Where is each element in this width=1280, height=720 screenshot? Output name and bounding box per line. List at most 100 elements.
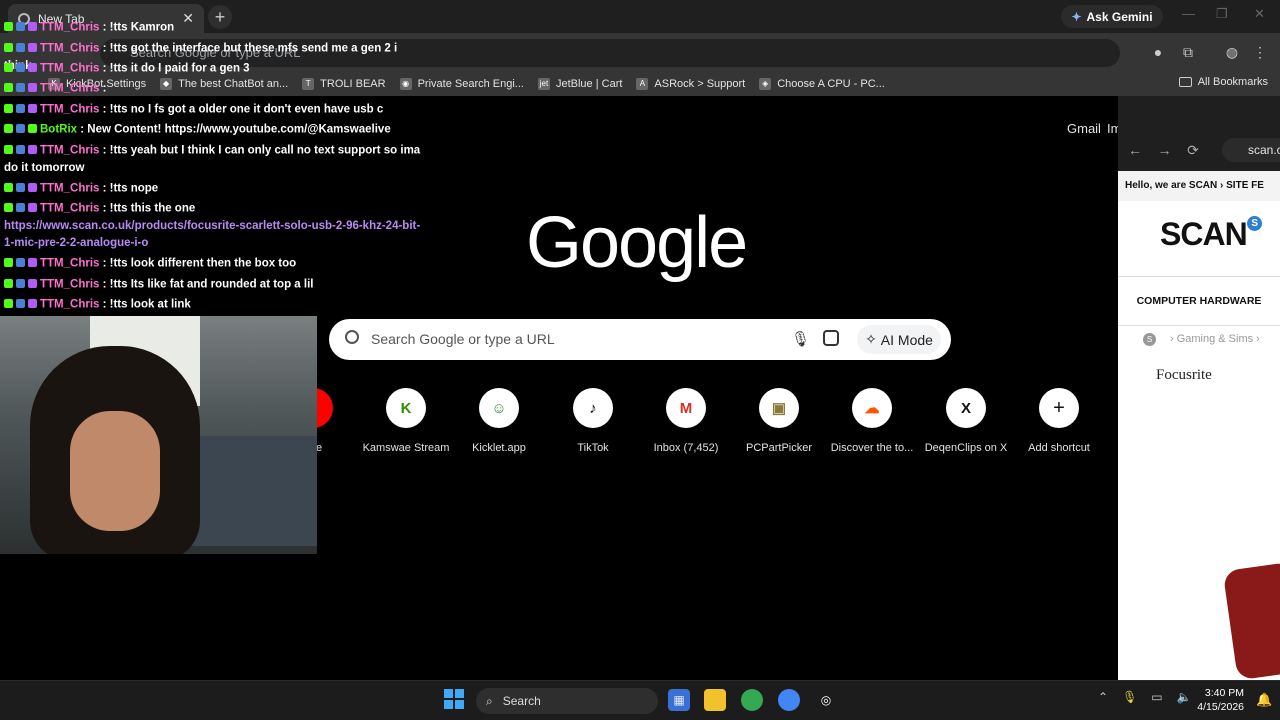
bookmark-item[interactable]: ◈ Choose A CPU - PC... <box>759 77 885 90</box>
chat-message: TTM_Chris : !tts Its like fat and rounde… <box>4 276 424 294</box>
shortcut-pcpartpicker[interactable]: ▣ PCPartPicker <box>733 388 825 454</box>
chat-username: TTM_Chris <box>40 103 100 116</box>
chat-message: TTM_Chris : !tts look at link <box>4 296 424 314</box>
store-icon[interactable]: ▦ <box>668 689 690 711</box>
chat-badges <box>4 80 40 97</box>
microphone-icon[interactable]: 🎙 <box>1122 690 1137 704</box>
add-shortcut-button[interactable]: + Add shortcut <box>1013 388 1105 454</box>
side-browser-window: ← → ⟳ scan.c Hello, we are SCAN › SITE F… <box>1118 96 1280 681</box>
clock-date: 4/15/2026 <box>1197 701 1244 713</box>
bookmark-label: Choose A CPU - PC... <box>777 77 885 90</box>
avatar[interactable]: ◍ <box>1222 42 1242 62</box>
chat-link[interactable]: https://www.scan.co.uk/products/focusrit… <box>4 218 424 252</box>
search-icon <box>345 330 359 344</box>
bookmark-item[interactable]: jet JetBlue | Cart <box>537 77 623 90</box>
chat-username: TTM_Chris <box>40 257 100 270</box>
google-lens-icon[interactable] <box>823 330 839 346</box>
chat-badges <box>4 19 40 36</box>
network-icon[interactable]: ▭ <box>1151 690 1162 704</box>
all-bookmarks-button[interactable]: All Bookmarks <box>1178 76 1268 88</box>
side-nav-icons[interactable]: ← → ⟳ <box>1128 142 1199 159</box>
bookmark-favicon-icon: A <box>636 77 649 90</box>
chrome-icon[interactable] <box>741 689 763 711</box>
taskbar-clock[interactable]: 3:40 PM 4/15/2026 <box>1196 686 1244 714</box>
shortcut-deqenclips-x[interactable]: X DeqenClips on X <box>920 388 1012 454</box>
ai-mode-button[interactable]: ✧ AI Mode <box>857 325 941 354</box>
chat-username: TTM_Chris <box>40 82 100 95</box>
chat-badges <box>4 180 40 197</box>
shortcut-gmail-inbox[interactable]: M Inbox (7,452) <box>640 388 732 454</box>
chat-message: TTM_Chris : !tts look different then the… <box>4 255 424 273</box>
all-bookmarks-label: All Bookmarks <box>1197 76 1268 88</box>
chat-text: : !tts this the one <box>99 202 196 215</box>
shortcut-tiktok[interactable]: ♪ TikTok <box>547 388 639 454</box>
chat-message: TTM_Chris : <box>4 80 424 98</box>
product-image <box>1222 561 1280 681</box>
chat-message: TTM_Chris : !tts no I fs got a older one… <box>4 101 424 119</box>
shortcut-label: Add shortcut <box>1028 442 1090 454</box>
chat-text: : !tts Kamron <box>99 21 175 34</box>
gmail-icon: M <box>666 388 706 428</box>
plus-icon: + <box>1039 388 1079 428</box>
chat-message: TTM_Chris : !tts nope <box>4 180 424 198</box>
chevron-up-icon[interactable]: ⌃ <box>1098 690 1108 704</box>
chat-username: TTM_Chris <box>40 62 100 75</box>
ask-gemini-button[interactable]: ✦ Ask Gemini <box>1061 5 1163 28</box>
chat-text: : !tts nope <box>99 182 159 195</box>
google-logo: Google <box>526 203 748 283</box>
chrome-active-icon[interactable] <box>778 689 800 711</box>
gmail-link[interactable]: Gmail <box>1067 121 1101 136</box>
search-input[interactable]: Search Google or type a URL <box>371 331 555 347</box>
shortcut-kamswae-stream[interactable]: K Kamswae Stream <box>360 388 452 454</box>
menu-icon[interactable]: ⋮ <box>1250 42 1270 62</box>
chat-username: TTM_Chris <box>40 42 100 55</box>
windows-start-icon[interactable] <box>444 689 464 709</box>
shortcut-kicklet[interactable]: ☺ Kicklet.app <box>453 388 545 454</box>
computer-hardware-menu[interactable]: COMPUTER HARDWARE <box>1118 276 1280 326</box>
bookmark-item[interactable]: A ASRock > Support <box>636 77 745 90</box>
minimize-icon[interactable]: — <box>1182 6 1195 21</box>
system-tray[interactable]: ⌃ 🎙 ▭ 🔈 <box>1098 690 1192 704</box>
chat-text: : !tts no I fs got a older one it don't … <box>99 103 384 116</box>
microphone-icon[interactable]: 🎙 <box>791 330 810 348</box>
pcpartpicker-icon: ▣ <box>759 388 799 428</box>
bookmark-favicon-icon: jet <box>537 77 550 90</box>
chat-text: : !tts Its like fat and rounded at top a… <box>99 278 314 291</box>
shortcut-label: TikTok <box>577 442 609 454</box>
chat-badges <box>4 255 40 272</box>
obs-icon[interactable]: ◎ <box>815 689 837 711</box>
shortcut-soundcloud[interactable]: ☁ Discover the to... <box>826 388 918 454</box>
side-promo-bar[interactable]: Hello, we are SCAN › SITE FE <box>1118 171 1280 201</box>
taskbar-search[interactable]: ⌕ Search <box>476 688 658 714</box>
ai-mode-label: AI Mode <box>880 331 933 348</box>
chat-text: : New Content! https://www.youtube.com/@… <box>77 123 391 136</box>
side-address-bar[interactable]: scan.c <box>1222 138 1280 162</box>
chat-username: TTM_Chris <box>40 144 100 157</box>
chat-text: : !tts look at link <box>99 298 191 311</box>
chat-text: : <box>99 82 107 95</box>
shortcut-label: Discover the to... <box>830 442 914 454</box>
chat-text: : !tts look different then the box too <box>99 257 297 270</box>
scan-logo: SCAN S <box>1160 216 1262 253</box>
chat-username: TTM_Chris <box>40 298 100 311</box>
file-explorer-icon[interactable] <box>704 689 726 711</box>
search-box[interactable]: Search Google or type a URL 🎙 ✧ AI Mode <box>329 319 951 360</box>
profile-extension-icon[interactable]: ● <box>1148 42 1168 62</box>
chat-text: : !tts it do I paid for a gen 3 <box>99 62 250 75</box>
shortcut-label: Kicklet.app <box>472 442 526 454</box>
scan-logo-badge: S <box>1246 216 1262 231</box>
volume-icon[interactable]: 🔈 <box>1177 690 1192 704</box>
shortcut-label: Kamswae Stream <box>362 442 450 454</box>
breadcrumb-label: › Gaming & Sims › <box>1170 333 1260 345</box>
chat-badges <box>4 101 40 118</box>
shortcut-label: PCPartPicker <box>745 442 813 454</box>
maximize-icon[interactable]: ❐ <box>1216 6 1228 22</box>
notification-bell-icon[interactable]: 🔔 <box>1256 692 1272 708</box>
breadcrumb[interactable]: S › Gaming & Sims › <box>1143 333 1260 346</box>
bookmark-label: JetBlue | Cart <box>555 77 623 90</box>
close-window-icon[interactable]: ✕ <box>1254 6 1265 22</box>
chat-message: BotRix : New Content! https://www.youtub… <box>4 121 424 139</box>
chat-username: BotRix <box>40 123 78 136</box>
extensions-icon[interactable]: ⧉ <box>1178 42 1198 62</box>
chat-message: TTM_Chris : !tts Kamron <box>4 19 424 37</box>
